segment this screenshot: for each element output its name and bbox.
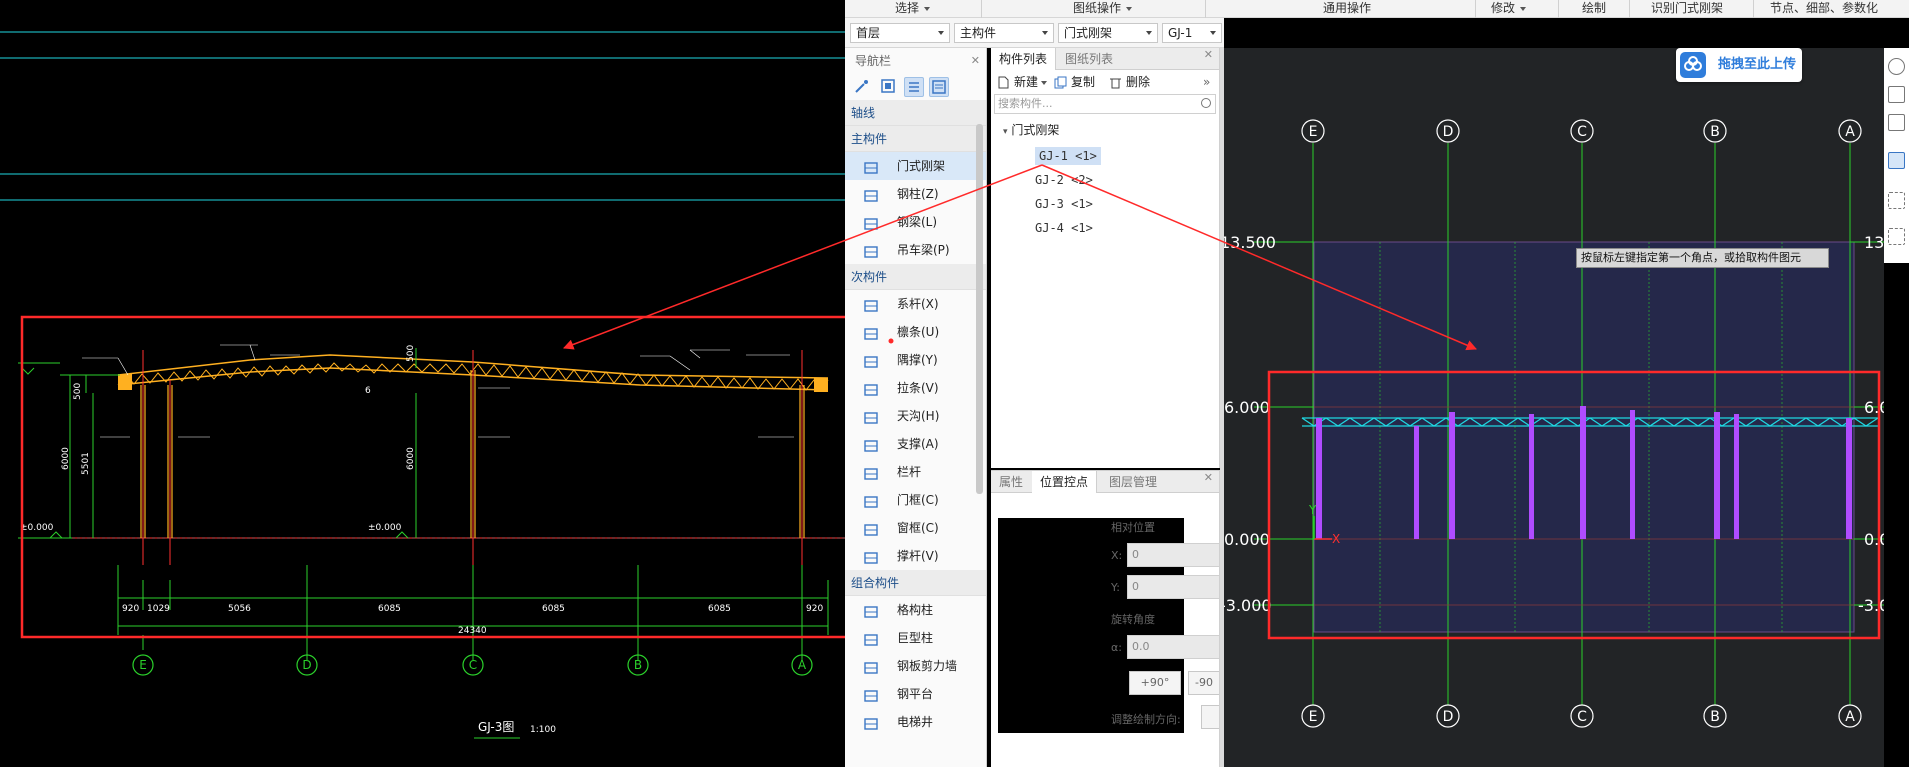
- arrow-to-cad: [563, 164, 1043, 350]
- app-root: 500 6000 5501 6000 500 6 ±0.000 ±0.000 9…: [0, 0, 1909, 767]
- red-marker-dot: [888, 338, 894, 344]
- arrow-to-viewport: [1041, 164, 1477, 351]
- annotation-arrows: [563, 164, 1477, 351]
